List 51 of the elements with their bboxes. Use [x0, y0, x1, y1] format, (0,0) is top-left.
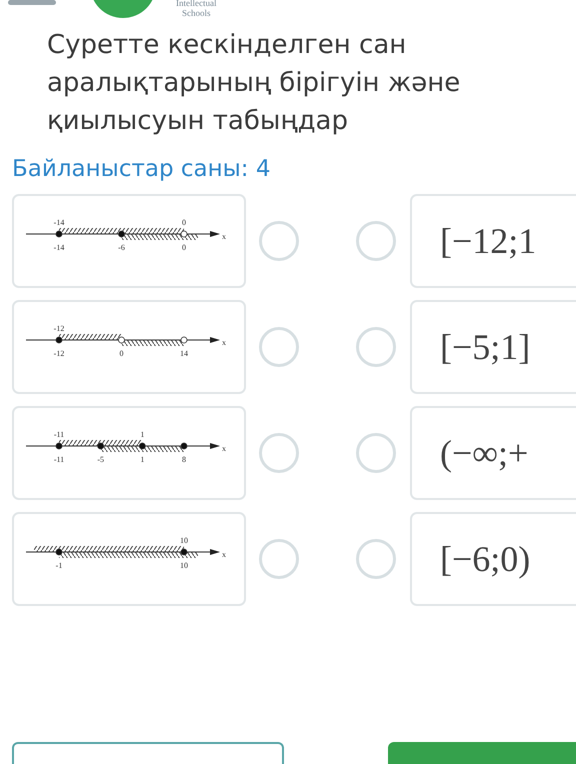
primary-button[interactable]	[388, 742, 576, 764]
point-label: 8	[182, 455, 186, 464]
axis-label: x	[222, 444, 226, 453]
axis-label: x	[222, 232, 226, 241]
point-label: -11	[54, 455, 64, 464]
point-label: -12	[54, 349, 64, 358]
number-line-card[interactable]: -11 -11 -5 1 1 8 x	[12, 406, 246, 500]
point-label: -1	[56, 561, 62, 570]
radio-button[interactable]	[356, 221, 396, 261]
logo-text: Intellectual	[176, 0, 216, 8]
menu-icon[interactable]	[8, 0, 56, 5]
answer-card[interactable]: [−12;1	[410, 194, 576, 288]
answer-card[interactable]: [−6;0)	[410, 512, 576, 606]
point-label: -14	[54, 218, 64, 227]
number-line-card[interactable]: -12 -12 0 14 x	[12, 300, 246, 394]
answer-card[interactable]: (−∞;+	[410, 406, 576, 500]
radio-button[interactable]	[259, 539, 299, 579]
point-label: 0	[182, 218, 186, 227]
interval-text: (−∞;+	[440, 432, 528, 474]
interval-text: [−5;1]	[440, 326, 530, 368]
number-line-card[interactable]: -14 -14 -6 0 0 x	[12, 194, 246, 288]
radio-button[interactable]	[356, 433, 396, 473]
interval-text: [−6;0)	[440, 538, 530, 580]
point-label: 1	[140, 430, 144, 439]
point-label: -14	[54, 243, 64, 252]
interval-text: [−12;1	[440, 220, 536, 262]
radio-button[interactable]	[259, 327, 299, 367]
radio-button[interactable]	[259, 221, 299, 261]
point-label: 14	[180, 349, 188, 358]
logo-text: Schools	[182, 8, 210, 18]
axis-label: x	[222, 550, 226, 559]
point-label: -5	[97, 455, 104, 464]
question-text: қиылысуын табыңдар	[47, 105, 348, 138]
number-line-card[interactable]: -1 10 10 x	[12, 512, 246, 606]
point-label: 0	[182, 243, 186, 252]
answer-card[interactable]: [−5;1]	[410, 300, 576, 394]
question-text: аралықтарының бірігуін және	[47, 67, 460, 100]
point-label: 10	[180, 536, 188, 545]
radio-button[interactable]	[259, 433, 299, 473]
point-label: 10	[180, 561, 188, 570]
point-label: -11	[54, 430, 64, 439]
radio-button[interactable]	[356, 539, 396, 579]
axis-label: x	[222, 338, 226, 347]
point-label: 1	[140, 455, 144, 464]
point-label: 0	[120, 349, 124, 358]
point-label: -6	[118, 243, 125, 252]
secondary-button[interactable]	[12, 742, 284, 764]
connections-count: Байланыстар саны: 4	[12, 156, 270, 182]
point-label: -12	[54, 324, 64, 333]
radio-button[interactable]	[356, 327, 396, 367]
question-text: Суретте кескінделген сан	[47, 29, 406, 62]
